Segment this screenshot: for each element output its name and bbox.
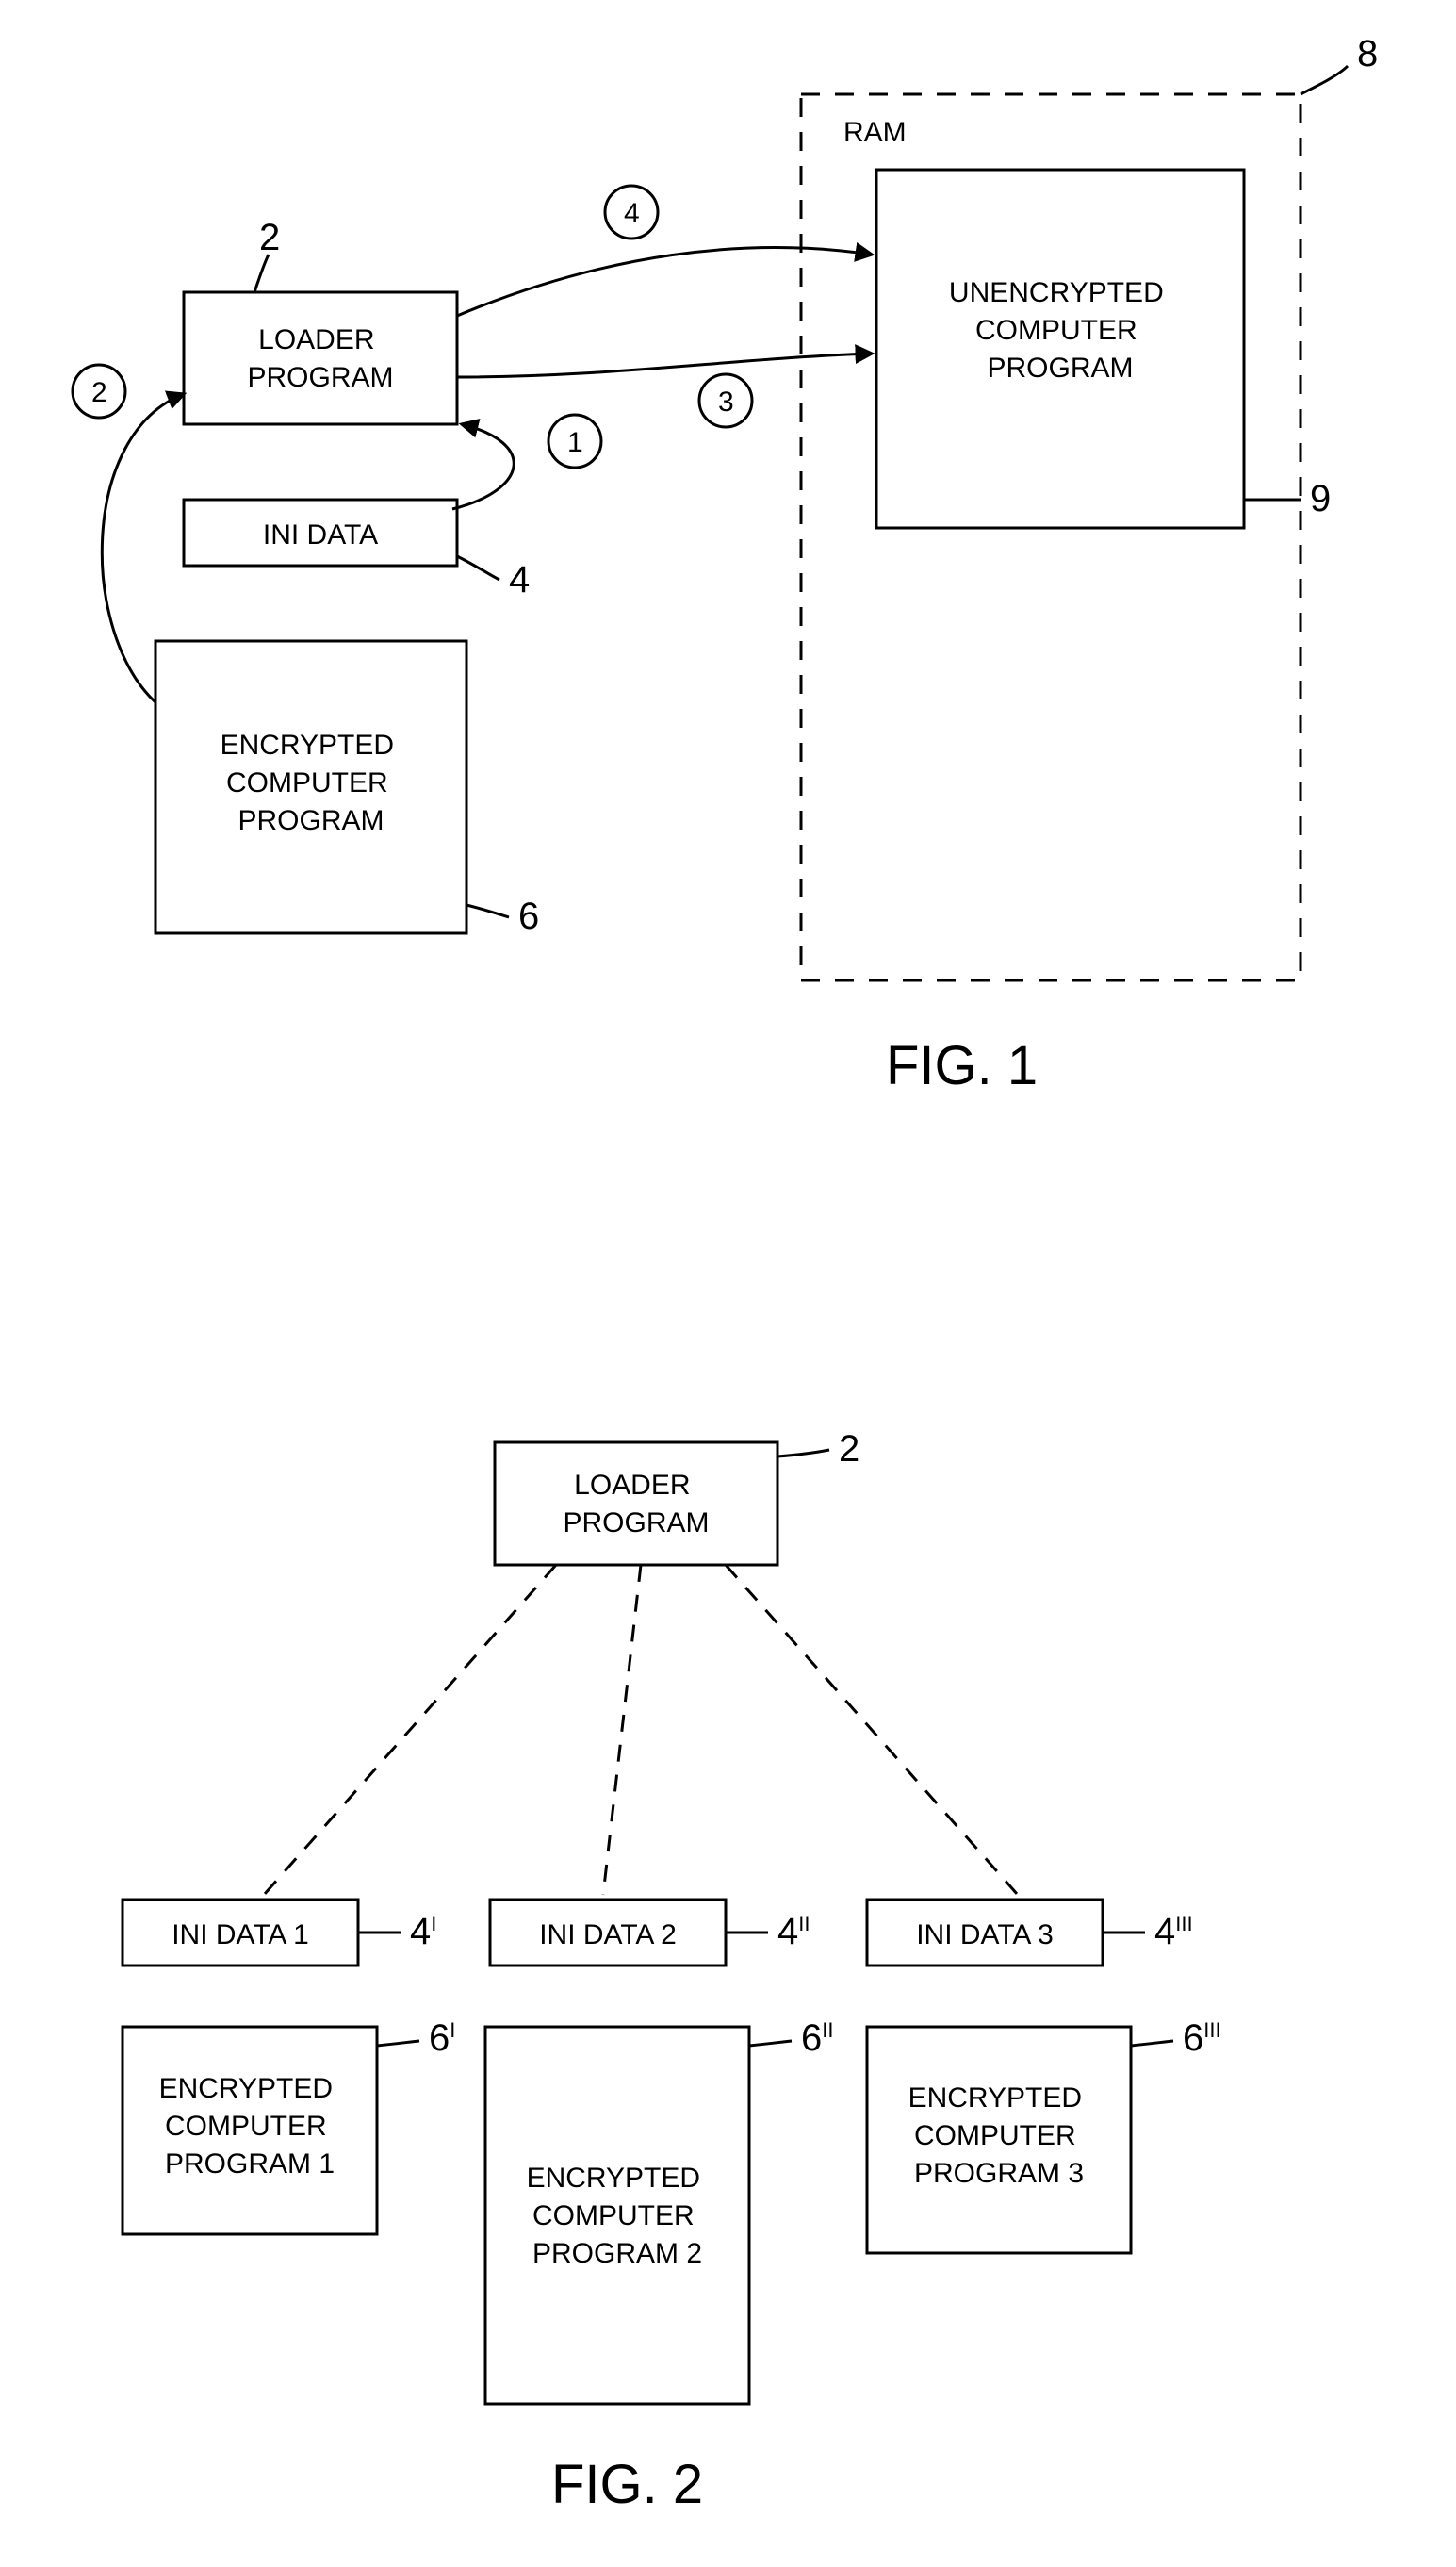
ref-enc2: 6II [801,2017,833,2059]
loader-box [184,292,457,424]
ref-ini1: 4I [410,1911,436,1952]
lead-ram [1301,66,1348,94]
dash-1 [264,1565,556,1895]
lead-ini [457,556,499,580]
ini3-label: INI DATA 3 [916,1919,1054,1950]
ref-ini2: 4II [777,1911,810,1952]
ref-loader2: 2 [839,1428,859,1470]
ref-enc1: 6I [429,2017,455,2059]
ref-ram: 8 [1357,33,1378,74]
fig2-caption: FIG. 2 [551,2454,703,2515]
step-2-num: 2 [91,377,107,408]
arrow-step-3 [457,354,872,377]
lead-enc1 [377,2041,419,2046]
lead-enc [466,905,509,917]
dash-3 [726,1565,1018,1895]
ini-label: INI DATA [263,519,378,551]
encrypted-label: ENCRYPTED COMPUTER PROGRAM [221,730,402,836]
figure-2: LOADER PROGRAM 2 INI DATA 1 4I INI DATA … [123,1428,1221,2515]
lead-enc3 [1131,2041,1173,2046]
ini2-label: INI DATA 2 [539,1919,677,1950]
ram-label: RAM [843,117,907,148]
step-1-num: 1 [567,427,583,458]
ini1-label: INI DATA 1 [172,1919,309,1950]
enc1-label: ENCRYPTED COMPUTER PROGRAM 1 [159,2073,341,2180]
lead-loader2 [777,1450,829,1456]
ref-enc3: 6III [1183,2017,1221,2059]
lead-loader [254,255,269,292]
dash-2 [603,1565,641,1895]
loader2-box [495,1442,777,1565]
ref-enc: 6 [518,896,539,937]
unencrypted-box [876,170,1244,528]
step-4-num: 4 [624,198,640,229]
fig1-caption: FIG. 1 [886,1035,1038,1096]
lead-enc2 [749,2041,792,2046]
ref-ini3: 4III [1154,1911,1193,1952]
step-3-num: 3 [718,387,734,418]
figure-1: RAM 8 UNENCRYPTED COMPUTER PROGRAM 9 LOA… [73,33,1378,1096]
diagram-root: RAM 8 UNENCRYPTED COMPUTER PROGRAM 9 LOA… [0,0,1456,2567]
enc2-label: ENCRYPTED COMPUTER PROGRAM 2 [527,2163,709,2269]
enc3-label: ENCRYPTED COMPUTER PROGRAM 3 [908,2082,1090,2189]
ref-unenc: 9 [1310,478,1331,519]
arrow-step-1 [452,424,514,509]
arrow-step-4 [457,248,872,316]
ref-ini: 4 [509,559,530,601]
ref-loader: 2 [259,217,280,258]
